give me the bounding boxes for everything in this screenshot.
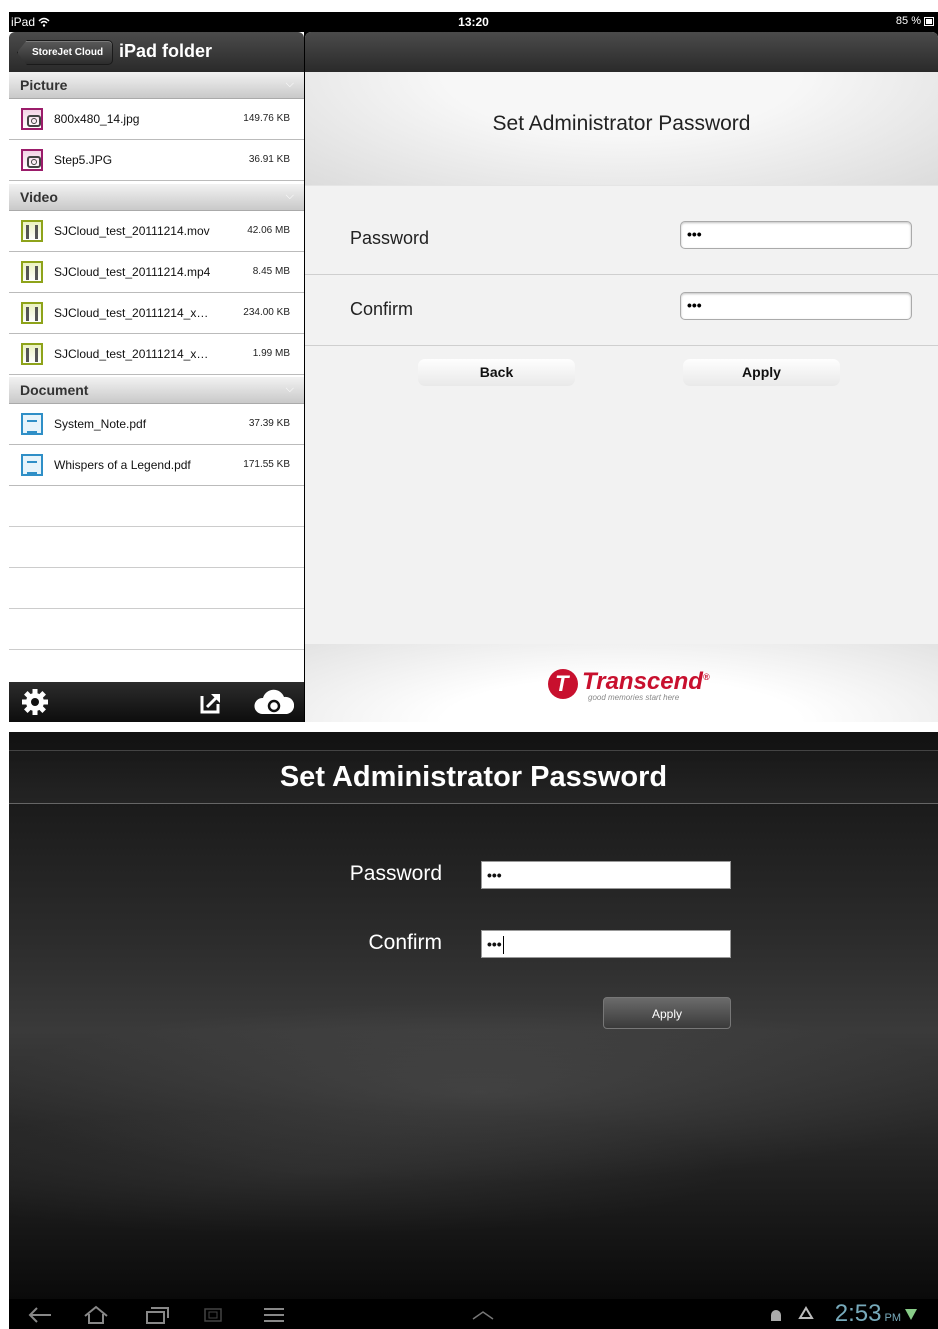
ipad-screenshot: iPad 13:20 85 % StoreJet Cloud iPad fold… [9, 12, 938, 722]
gear-icon[interactable] [21, 688, 49, 716]
section-title: Picture [20, 77, 68, 93]
folder-title: iPad folder [119, 41, 213, 61]
header-panel: Set Administrator Password [305, 72, 938, 186]
right-nav-bar [305, 32, 938, 72]
android-notification-icon [771, 1310, 781, 1321]
text-cursor [502, 936, 504, 955]
video-file-icon [21, 302, 43, 324]
export-icon[interactable] [197, 688, 225, 716]
file-size: 37.39 KB [248, 418, 290, 429]
clock-ampm: PM [884, 1312, 902, 1324]
transcend-logo-icon [548, 669, 578, 699]
empty-row [9, 527, 304, 568]
chevron-up-icon[interactable] [471, 1310, 495, 1320]
file-name: SJCloud_test_20111214_x… [54, 347, 209, 361]
confirm-password-field[interactable]: ••• [481, 930, 731, 958]
battery-icon [924, 16, 934, 26]
list-item[interactable]: 800x480_14.jpg 149.76 KB [9, 99, 304, 140]
chevron-down-icon: ⌵ [285, 190, 294, 202]
list-item[interactable]: Whispers of a Legend.pdf 171.55 KB [9, 445, 304, 486]
confirm-value: ••• [487, 936, 502, 952]
confirm-row: Confirm ••• [305, 275, 938, 346]
left-nav-bar: StoreJet Cloud iPad folder [9, 32, 304, 72]
status-time: 13:20 [458, 15, 489, 29]
list-item[interactable]: SJCloud_test_20111214_x… 1.99 MB [9, 334, 304, 375]
home-icon[interactable] [82, 1305, 110, 1325]
picture-file-icon [21, 149, 43, 171]
password-label: Password [349, 862, 442, 885]
confirm-password-field[interactable]: ••• [680, 292, 912, 320]
file-name: Whispers of a Legend.pdf [54, 458, 191, 472]
password-label: Password [350, 228, 430, 248]
page-title: Set Administrator Password [9, 750, 938, 804]
section-header-picture[interactable]: Picture ⌵ [9, 72, 304, 99]
file-name: Step5.JPG [54, 153, 113, 167]
back-button[interactable]: Back [418, 359, 575, 386]
android-screenshot: Set Administrator Password Password ••• … [9, 732, 938, 1329]
battery-percent: 85 % [895, 15, 921, 27]
back-arrow-icon[interactable] [27, 1306, 53, 1324]
brand-name: Transcend [582, 668, 703, 695]
storejet-cloud-back-button[interactable]: StoreJet Cloud [17, 40, 114, 65]
document-file-icon [21, 454, 43, 476]
file-size: 149.76 KB [243, 113, 290, 124]
picture-file-icon [21, 108, 43, 130]
file-name: SJCloud_test_20111214_x… [54, 306, 209, 320]
file-size: 1.99 MB [252, 348, 290, 359]
file-size: 171.55 KB [243, 459, 290, 470]
menu-icon[interactable] [262, 1307, 286, 1323]
list-item[interactable]: SJCloud_test_20111214.mp4 8.45 MB [9, 252, 304, 293]
chevron-down-icon: ⌵ [285, 78, 294, 90]
file-name: System_Note.pdf [54, 417, 147, 431]
list-item[interactable]: SJCloud_test_20111214.mov 42.06 MB [9, 211, 304, 252]
section-title: Document [20, 382, 89, 398]
document-file-icon [21, 413, 43, 435]
system-clock: 2:53 PM [835, 1299, 918, 1329]
recent-apps-icon[interactable] [144, 1306, 170, 1324]
empty-row [9, 609, 304, 650]
video-file-icon [21, 220, 43, 242]
file-browser-pane: StoreJet Cloud iPad folder Picture ⌵ 800x… [9, 32, 304, 722]
bottom-toolbar [9, 682, 304, 722]
empty-row [9, 568, 304, 609]
list-item[interactable]: SJCloud_test_20111214_x… 234.00 KB [9, 293, 304, 334]
ipad-status-bar: iPad 13:20 85 % [9, 12, 938, 32]
settings-pane: Set Administrator Password Password ••• … [305, 32, 938, 722]
apply-button[interactable]: Apply [683, 359, 840, 386]
password-row: Password ••• [305, 204, 938, 275]
confirm-label: Confirm [350, 299, 414, 319]
file-size: 234.00 KB [243, 307, 290, 318]
file-name: 800x480_14.jpg [54, 112, 140, 126]
apply-button[interactable]: Apply [603, 997, 731, 1029]
section-header-document[interactable]: Document ⌵ [9, 377, 304, 404]
cloud-sync-icon[interactable] [254, 688, 294, 716]
video-file-icon [21, 343, 43, 365]
brand-reg: ® [702, 672, 710, 682]
section-title: Video [20, 189, 58, 205]
file-name: SJCloud_test_20111214.mov [54, 224, 210, 238]
clock-time: 2:53 [834, 1300, 882, 1327]
list-item[interactable]: System_Note.pdf 37.39 KB [9, 404, 304, 445]
list-item[interactable]: Step5.JPG 36.91 KB [9, 140, 304, 181]
confirm-label: Confirm [368, 931, 442, 954]
footer-panel: Transcend® good memories start here [305, 644, 938, 722]
section-header-video[interactable]: Video ⌵ [9, 184, 304, 211]
file-size: 8.45 MB [252, 266, 290, 277]
empty-row [9, 486, 304, 527]
wifi-signal-icon [905, 1309, 917, 1320]
password-field[interactable]: ••• [680, 221, 912, 249]
video-file-icon [21, 261, 43, 283]
system-nav-bar: 2:53 PM [9, 1299, 938, 1329]
screenshot-icon[interactable] [203, 1307, 223, 1323]
file-size: 36.91 KB [248, 154, 290, 165]
password-field[interactable]: ••• [481, 861, 731, 889]
file-name: SJCloud_test_20111214.mp4 [54, 265, 211, 279]
transcend-logo: Transcend® good memories start here [548, 666, 710, 702]
recycle-icon [798, 1306, 814, 1319]
chevron-down-icon: ⌵ [285, 383, 294, 395]
page-title: Set Administrator Password [492, 112, 751, 135]
file-size: 42.06 MB [247, 225, 290, 236]
